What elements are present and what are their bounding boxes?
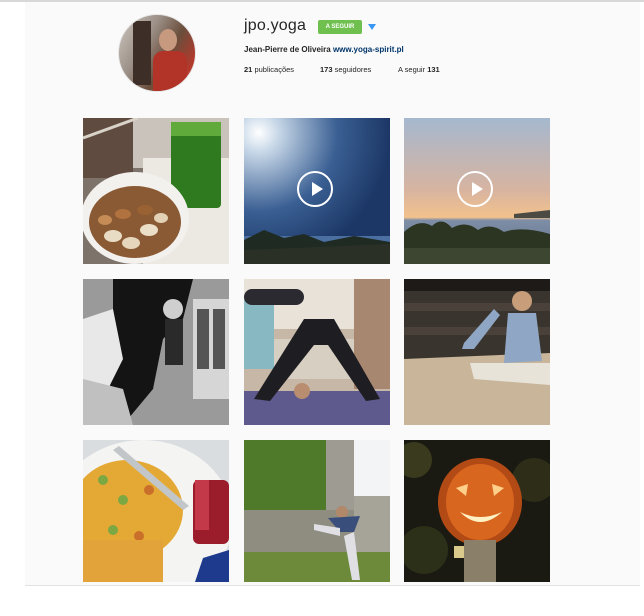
profile-username: jpo.yoga [244,17,307,34]
post-tile-nuts-and-green-juice[interactable] [83,118,229,264]
bottom-divider [25,585,640,586]
chevron-down-icon[interactable] [368,24,376,30]
post-tile-carved-pumpkin-lantern[interactable] [404,440,550,582]
post-tile-people-stretching-bw[interactable] [83,279,229,425]
stat-followers-label: seguidores [334,65,372,74]
post-tile-downward-dog-pose[interactable] [244,279,390,425]
stat-following-count: 131 [427,65,440,74]
stat-posts-label: publicações [254,65,295,74]
stat-following-label: A seguir [398,65,426,74]
stat-posts-count: 21 [244,65,253,74]
avatar[interactable] [118,14,196,92]
post-tile-seated-meditation[interactable] [404,279,550,425]
post-tile-yoga-pose-by-castle-wall[interactable] [244,440,390,582]
post-tile-sun-over-sea-video[interactable] [244,118,390,264]
play-icon [297,171,333,207]
stat-posts: 21 publicações [244,65,294,74]
profile-website-link[interactable]: www.yoga-spirit.pl [333,45,404,54]
post-tile-chickpea-salad-and-wine[interactable] [83,440,229,582]
profile-bio: Jean-Pierre de Oliveira www.yoga-spirit.… [244,45,404,54]
play-icon [457,171,493,207]
stat-followers[interactable]: 173 seguidores [320,65,371,74]
stat-following[interactable]: A seguir 131 [398,65,440,74]
following-button[interactable]: A SEGUIR [318,20,362,34]
profile-full-name: Jean-Pierre de Oliveira [244,45,331,54]
stat-followers-count: 173 [320,65,333,74]
post-tile-sunset-over-sea-video[interactable] [404,118,550,264]
